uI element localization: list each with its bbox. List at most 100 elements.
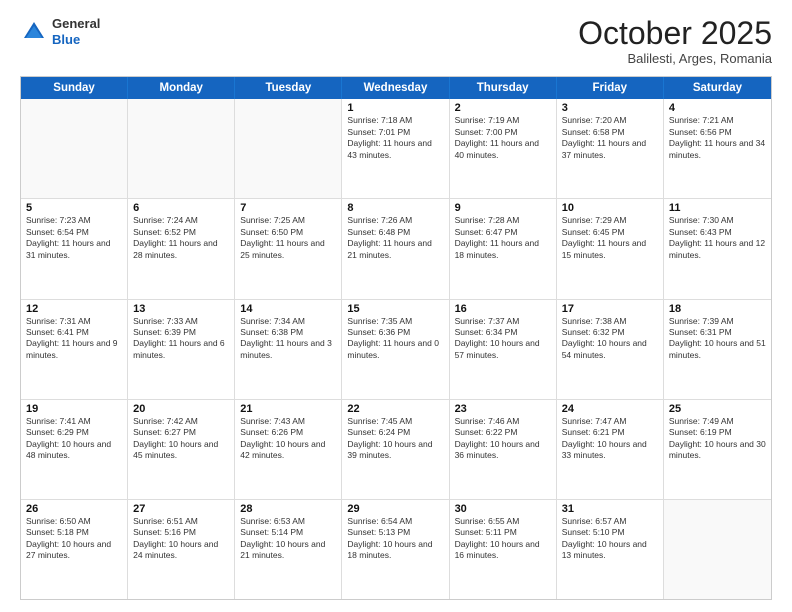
day-number: 1 [347, 102, 443, 114]
day-number: 29 [347, 503, 443, 515]
day-info: Sunrise: 7:39 AM Sunset: 6:31 PM Dayligh… [669, 316, 766, 362]
day-info: Sunrise: 7:33 AM Sunset: 6:39 PM Dayligh… [133, 316, 229, 362]
day-number: 28 [240, 503, 336, 515]
calendar-row-2: 5Sunrise: 7:23 AM Sunset: 6:54 PM Daylig… [21, 198, 771, 298]
day-cell-21: 21Sunrise: 7:43 AM Sunset: 6:26 PM Dayli… [235, 400, 342, 499]
day-cell-15: 15Sunrise: 7:35 AM Sunset: 6:36 PM Dayli… [342, 300, 449, 399]
calendar-row-4: 19Sunrise: 7:41 AM Sunset: 6:29 PM Dayli… [21, 399, 771, 499]
empty-cell [235, 99, 342, 198]
day-cell-1: 1Sunrise: 7:18 AM Sunset: 7:01 PM Daylig… [342, 99, 449, 198]
day-number: 17 [562, 303, 658, 315]
header-day-friday: Friday [557, 77, 664, 99]
day-number: 8 [347, 202, 443, 214]
day-info: Sunrise: 7:49 AM Sunset: 6:19 PM Dayligh… [669, 416, 766, 462]
day-info: Sunrise: 6:55 AM Sunset: 5:11 PM Dayligh… [455, 516, 551, 562]
day-number: 7 [240, 202, 336, 214]
day-info: Sunrise: 7:46 AM Sunset: 6:22 PM Dayligh… [455, 416, 551, 462]
day-cell-3: 3Sunrise: 7:20 AM Sunset: 6:58 PM Daylig… [557, 99, 664, 198]
day-cell-22: 22Sunrise: 7:45 AM Sunset: 6:24 PM Dayli… [342, 400, 449, 499]
day-cell-31: 31Sunrise: 6:57 AM Sunset: 5:10 PM Dayli… [557, 500, 664, 599]
header-day-thursday: Thursday [450, 77, 557, 99]
empty-cell [664, 500, 771, 599]
day-number: 10 [562, 202, 658, 214]
day-cell-11: 11Sunrise: 7:30 AM Sunset: 6:43 PM Dayli… [664, 199, 771, 298]
page: General Blue October 2025 Balilesti, Arg… [0, 0, 792, 612]
day-number: 30 [455, 503, 551, 515]
day-cell-13: 13Sunrise: 7:33 AM Sunset: 6:39 PM Dayli… [128, 300, 235, 399]
day-info: Sunrise: 7:23 AM Sunset: 6:54 PM Dayligh… [26, 215, 122, 261]
day-cell-10: 10Sunrise: 7:29 AM Sunset: 6:45 PM Dayli… [557, 199, 664, 298]
day-info: Sunrise: 6:57 AM Sunset: 5:10 PM Dayligh… [562, 516, 658, 562]
day-cell-17: 17Sunrise: 7:38 AM Sunset: 6:32 PM Dayli… [557, 300, 664, 399]
day-info: Sunrise: 7:28 AM Sunset: 6:47 PM Dayligh… [455, 215, 551, 261]
day-info: Sunrise: 7:25 AM Sunset: 6:50 PM Dayligh… [240, 215, 336, 261]
day-cell-5: 5Sunrise: 7:23 AM Sunset: 6:54 PM Daylig… [21, 199, 128, 298]
day-info: Sunrise: 7:37 AM Sunset: 6:34 PM Dayligh… [455, 316, 551, 362]
day-info: Sunrise: 6:54 AM Sunset: 5:13 PM Dayligh… [347, 516, 443, 562]
day-info: Sunrise: 7:38 AM Sunset: 6:32 PM Dayligh… [562, 316, 658, 362]
day-info: Sunrise: 7:26 AM Sunset: 6:48 PM Dayligh… [347, 215, 443, 261]
day-info: Sunrise: 7:45 AM Sunset: 6:24 PM Dayligh… [347, 416, 443, 462]
day-info: Sunrise: 7:34 AM Sunset: 6:38 PM Dayligh… [240, 316, 336, 362]
day-cell-26: 26Sunrise: 6:50 AM Sunset: 5:18 PM Dayli… [21, 500, 128, 599]
logo-blue: Blue [52, 32, 80, 47]
calendar-header: SundayMondayTuesdayWednesdayThursdayFrid… [21, 77, 771, 99]
header: General Blue October 2025 Balilesti, Arg… [20, 16, 772, 66]
day-cell-20: 20Sunrise: 7:42 AM Sunset: 6:27 PM Dayli… [128, 400, 235, 499]
day-info: Sunrise: 6:53 AM Sunset: 5:14 PM Dayligh… [240, 516, 336, 562]
day-number: 15 [347, 303, 443, 315]
day-info: Sunrise: 7:29 AM Sunset: 6:45 PM Dayligh… [562, 215, 658, 261]
logo-general: General [52, 16, 100, 31]
day-info: Sunrise: 7:47 AM Sunset: 6:21 PM Dayligh… [562, 416, 658, 462]
calendar-row-1: 1Sunrise: 7:18 AM Sunset: 7:01 PM Daylig… [21, 99, 771, 198]
header-day-saturday: Saturday [664, 77, 771, 99]
day-info: Sunrise: 7:20 AM Sunset: 6:58 PM Dayligh… [562, 115, 658, 161]
day-cell-24: 24Sunrise: 7:47 AM Sunset: 6:21 PM Dayli… [557, 400, 664, 499]
day-info: Sunrise: 7:43 AM Sunset: 6:26 PM Dayligh… [240, 416, 336, 462]
day-info: Sunrise: 7:30 AM Sunset: 6:43 PM Dayligh… [669, 215, 766, 261]
day-number: 16 [455, 303, 551, 315]
day-number: 25 [669, 403, 766, 415]
empty-cell [21, 99, 128, 198]
day-cell-18: 18Sunrise: 7:39 AM Sunset: 6:31 PM Dayli… [664, 300, 771, 399]
day-number: 11 [669, 202, 766, 214]
day-info: Sunrise: 7:42 AM Sunset: 6:27 PM Dayligh… [133, 416, 229, 462]
day-cell-19: 19Sunrise: 7:41 AM Sunset: 6:29 PM Dayli… [21, 400, 128, 499]
month-title: October 2025 [578, 16, 772, 51]
location: Balilesti, Arges, Romania [578, 51, 772, 66]
day-cell-23: 23Sunrise: 7:46 AM Sunset: 6:22 PM Dayli… [450, 400, 557, 499]
day-info: Sunrise: 7:35 AM Sunset: 6:36 PM Dayligh… [347, 316, 443, 362]
day-number: 6 [133, 202, 229, 214]
day-info: Sunrise: 6:50 AM Sunset: 5:18 PM Dayligh… [26, 516, 122, 562]
day-cell-25: 25Sunrise: 7:49 AM Sunset: 6:19 PM Dayli… [664, 400, 771, 499]
day-cell-29: 29Sunrise: 6:54 AM Sunset: 5:13 PM Dayli… [342, 500, 449, 599]
day-info: Sunrise: 7:19 AM Sunset: 7:00 PM Dayligh… [455, 115, 551, 161]
logo-text: General Blue [52, 16, 100, 47]
header-day-sunday: Sunday [21, 77, 128, 99]
day-info: Sunrise: 7:41 AM Sunset: 6:29 PM Dayligh… [26, 416, 122, 462]
day-number: 31 [562, 503, 658, 515]
day-number: 9 [455, 202, 551, 214]
day-number: 19 [26, 403, 122, 415]
day-number: 23 [455, 403, 551, 415]
day-cell-27: 27Sunrise: 6:51 AM Sunset: 5:16 PM Dayli… [128, 500, 235, 599]
day-number: 18 [669, 303, 766, 315]
day-cell-30: 30Sunrise: 6:55 AM Sunset: 5:11 PM Dayli… [450, 500, 557, 599]
day-info: Sunrise: 7:24 AM Sunset: 6:52 PM Dayligh… [133, 215, 229, 261]
calendar-row-3: 12Sunrise: 7:31 AM Sunset: 6:41 PM Dayli… [21, 299, 771, 399]
day-number: 21 [240, 403, 336, 415]
day-cell-6: 6Sunrise: 7:24 AM Sunset: 6:52 PM Daylig… [128, 199, 235, 298]
calendar-row-5: 26Sunrise: 6:50 AM Sunset: 5:18 PM Dayli… [21, 499, 771, 599]
day-number: 2 [455, 102, 551, 114]
day-info: Sunrise: 6:51 AM Sunset: 5:16 PM Dayligh… [133, 516, 229, 562]
logo-icon [20, 18, 48, 46]
header-day-monday: Monday [128, 77, 235, 99]
day-number: 4 [669, 102, 766, 114]
day-cell-12: 12Sunrise: 7:31 AM Sunset: 6:41 PM Dayli… [21, 300, 128, 399]
day-cell-4: 4Sunrise: 7:21 AM Sunset: 6:56 PM Daylig… [664, 99, 771, 198]
title-block: October 2025 Balilesti, Arges, Romania [578, 16, 772, 66]
day-number: 5 [26, 202, 122, 214]
day-number: 3 [562, 102, 658, 114]
day-number: 13 [133, 303, 229, 315]
logo: General Blue [20, 16, 100, 47]
